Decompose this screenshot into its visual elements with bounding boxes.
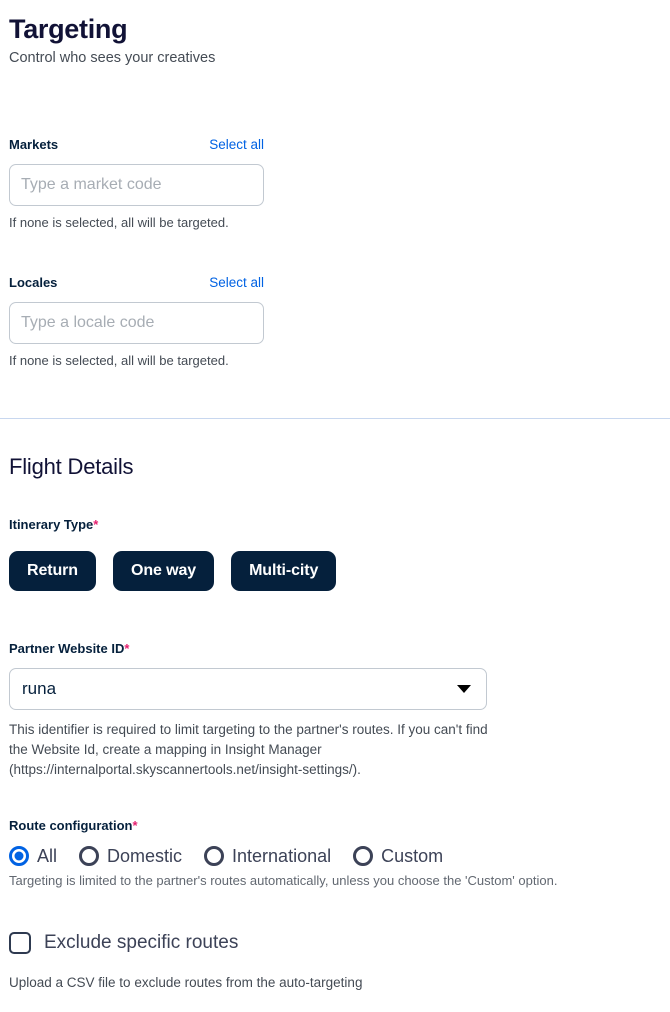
partner-website-id-label: Partner Website ID* (9, 640, 499, 658)
partner-website-id-group: Partner Website ID* runa This identifier… (9, 640, 499, 780)
route-option-all[interactable]: All (9, 846, 57, 866)
route-configuration-label-text: Route configuration (9, 818, 133, 833)
route-configuration-options: All Domestic International Custom (9, 846, 557, 866)
checkbox-icon[interactable] (9, 932, 31, 954)
markets-field-group: Markets Select all If none is selected, … (9, 136, 264, 232)
route-option-international-label: International (232, 846, 332, 866)
flight-details-title: Flight Details (9, 454, 134, 479)
markets-select-all-link[interactable]: Select all (209, 136, 264, 154)
section-divider (0, 418, 670, 419)
itinerary-type-group: Itinerary Type* Return One way Multi-cit… (9, 516, 337, 591)
markets-field-header: Markets Select all (9, 136, 264, 154)
itinerary-type-label-text: Itinerary Type (9, 517, 94, 532)
route-option-all-label: All (37, 846, 58, 866)
route-option-custom-label: Custom (381, 846, 444, 866)
radio-icon[interactable] (204, 846, 225, 866)
partner-website-id-select-wrapper[interactable]: runa (9, 668, 487, 710)
itinerary-type-label: Itinerary Type* (9, 516, 336, 534)
required-asterisk: * (132, 818, 138, 833)
route-option-domestic-label: Domestic (107, 846, 183, 866)
radio-icon-selected[interactable] (9, 846, 29, 866)
page-subtitle: Control who sees your creatives (9, 50, 216, 66)
itinerary-option-return[interactable]: Return (9, 551, 96, 591)
itinerary-type-options: Return One way Multi-city (9, 551, 337, 591)
exclude-routes-group: Exclude specific routes Upload a CSV fil… (9, 932, 362, 992)
locales-field-group: Locales Select all If none is selected, … (9, 274, 264, 370)
markets-helper-text: If none is selected, all will be targete… (9, 215, 229, 230)
route-configuration-group: Route configuration* All Domestic Intern… (9, 817, 557, 890)
targeting-form-page: Targeting Control who sees your creative… (0, 0, 670, 1012)
exclude-routes-help-text: Upload a CSV file to exclude routes from… (9, 975, 363, 990)
partner-website-id-selected-value: runa (22, 679, 57, 698)
radio-icon[interactable] (79, 846, 100, 866)
locales-field-header: Locales Select all (9, 274, 264, 292)
exclude-routes-checkbox-row[interactable]: Exclude specific routes (9, 932, 362, 954)
radio-icon[interactable] (353, 846, 374, 866)
itinerary-option-one-way[interactable]: One way (112, 551, 215, 591)
locales-select-all-link[interactable]: Select all (209, 274, 264, 292)
route-configuration-help-text: Targeting is limited to the partner's ro… (9, 873, 558, 888)
route-option-international[interactable]: International (204, 846, 331, 866)
locales-input[interactable] (9, 302, 264, 344)
route-configuration-label: Route configuration* (9, 817, 557, 835)
markets-label: Markets (9, 137, 59, 152)
page-title: Targeting (9, 14, 128, 44)
partner-website-id-help-text: This identifier is required to limit tar… (9, 722, 488, 777)
required-asterisk: * (124, 641, 130, 656)
markets-input[interactable] (9, 164, 264, 206)
exclude-routes-label: Exclude specific routes (44, 932, 239, 953)
route-option-custom[interactable]: Custom (353, 846, 443, 866)
locales-helper-text: If none is selected, all will be targete… (9, 353, 229, 368)
locales-label: Locales (9, 275, 58, 290)
itinerary-option-multi-city[interactable]: Multi-city (231, 551, 337, 591)
partner-website-id-select[interactable]: runa (9, 668, 487, 710)
partner-website-id-label-text: Partner Website ID (9, 641, 125, 656)
required-asterisk: * (93, 517, 99, 532)
route-option-domestic[interactable]: Domestic (79, 846, 182, 866)
